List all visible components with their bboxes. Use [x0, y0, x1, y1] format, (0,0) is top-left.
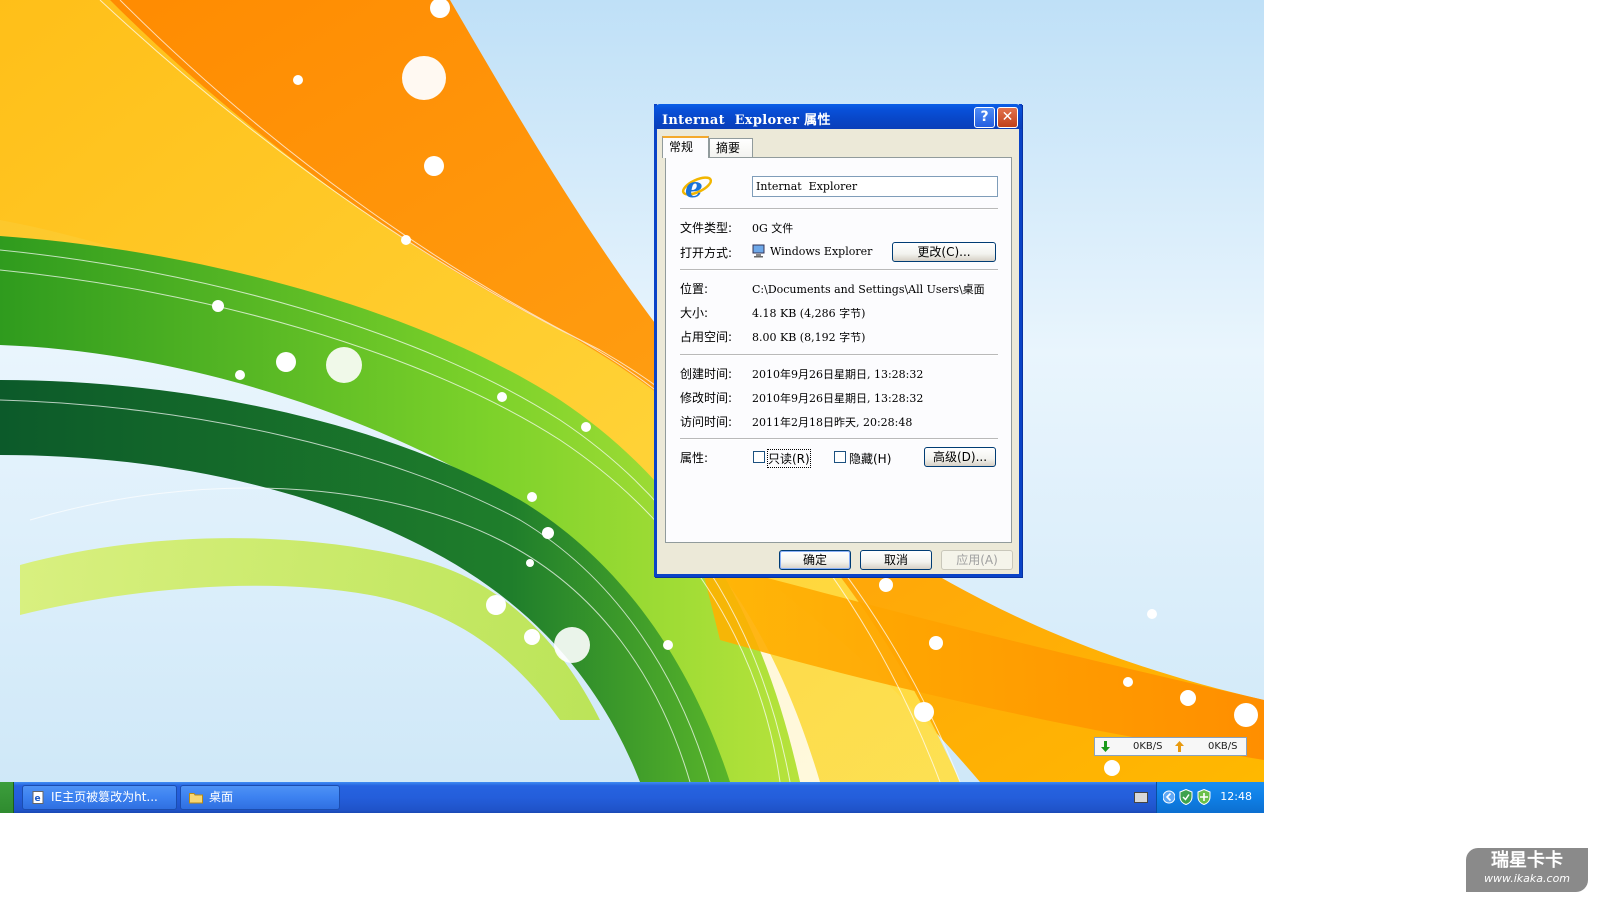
watermark-brand: 瑞星卡卡 — [1491, 850, 1563, 871]
help-button[interactable]: ? — [974, 107, 995, 128]
tab-summary[interactable]: 摘要 — [709, 138, 753, 158]
download-speed: 0KB/S — [1133, 741, 1163, 752]
download-arrow-icon — [1101, 741, 1110, 755]
size-on-disk-label: 占用空间: — [680, 330, 733, 344]
modified-value: 2010年9月26日星期日, 13:28:32 — [752, 392, 924, 405]
taskbar-item-desktop-folder[interactable]: 桌面 — [180, 785, 340, 810]
file-type-value: 0G 文件 — [752, 222, 794, 235]
show-hidden-icons-chevron-icon[interactable] — [1163, 790, 1175, 804]
wallpaper — [0, 0, 1264, 782]
folder-icon — [189, 793, 203, 804]
desktop[interactable]: 0KB/S 0KB/S — [0, 0, 1264, 782]
separator — [680, 438, 998, 440]
general-tab-panel: e Internat Explorer 文件类型: 0G 文件 打开方式: Wi… — [665, 157, 1012, 543]
readonly-checkbox[interactable] — [753, 451, 765, 463]
hidden-label[interactable]: 隐藏(H) — [849, 450, 891, 467]
readonly-label[interactable]: 只读(R) — [767, 449, 811, 468]
accessed-label: 访问时间: — [680, 415, 733, 429]
blank-area — [1264, 0, 1600, 900]
size-label: 大小: — [680, 306, 709, 320]
attributes-label: 属性: — [680, 451, 709, 465]
taskbar-item-label: 桌面 — [209, 790, 234, 804]
cancel-button[interactable]: 取消 — [860, 550, 932, 570]
system-tray: 12:48 — [1156, 782, 1264, 813]
blank-area — [0, 813, 1264, 900]
apply-button[interactable]: 应用(A) — [941, 550, 1013, 570]
separator — [680, 269, 998, 271]
antivirus-shield-icon[interactable] — [1197, 789, 1211, 805]
opens-with-label: 打开方式: — [680, 246, 733, 260]
keyboard-icon[interactable] — [1134, 792, 1148, 803]
file-name-input[interactable]: Internat Explorer — [752, 176, 998, 197]
start-button[interactable] — [0, 782, 14, 813]
ikaka-watermark: 瑞星卡卡 www.ikaka.com — [1466, 848, 1588, 892]
taskbar-item-ie-homepage-doc[interactable]: e IE主页被篡改为ht... — [22, 785, 177, 810]
taskbar: e IE主页被篡改为ht... 桌面 12:48 — [0, 782, 1264, 813]
created-value: 2010年9月26日星期日, 13:28:32 — [752, 368, 924, 381]
opens-with-value: Windows Explorer — [770, 245, 873, 258]
separator — [680, 354, 998, 356]
taskbar-item-label: IE主页被篡改为ht... — [51, 790, 158, 804]
location-label: 位置: — [680, 282, 709, 296]
modified-label: 修改时间: — [680, 391, 733, 405]
upload-speed: 0KB/S — [1208, 741, 1238, 752]
watermark-url: www.ikaka.com — [1483, 872, 1571, 885]
internet-explorer-icon: e — [681, 171, 713, 202]
ok-button[interactable]: 确定 — [779, 550, 851, 570]
hidden-checkbox[interactable] — [834, 451, 846, 463]
network-speed-widget[interactable]: 0KB/S 0KB/S — [1094, 737, 1247, 756]
tab-general[interactable]: 常规 — [662, 136, 709, 158]
advanced-button[interactable]: 高级(D)... — [924, 447, 996, 467]
svg-text:e: e — [35, 794, 41, 804]
accessed-value: 2011年2月18日昨天, 20:28:48 — [752, 416, 913, 429]
screen: 0KB/S 0KB/S e IE主页被篡改为ht... 桌面 12:48 Int… — [0, 0, 1264, 813]
change-program-button[interactable]: 更改(C)... — [892, 242, 996, 262]
separator — [680, 208, 998, 210]
file-type-label: 文件类型: — [680, 221, 733, 235]
windows-explorer-icon — [752, 244, 765, 258]
dialog-title: Internat Explorer 属性 — [662, 113, 831, 128]
size-value: 4.18 KB (4,286 字节) — [752, 307, 866, 320]
close-button[interactable]: ✕ — [997, 107, 1018, 128]
clock[interactable]: 12:48 — [1220, 790, 1252, 803]
security-shield-icon[interactable] — [1179, 789, 1193, 805]
created-label: 创建时间: — [680, 367, 733, 381]
upload-arrow-icon — [1175, 741, 1184, 755]
properties-dialog: Internat Explorer 属性 ? ✕ 常规 摘要 e Interna… — [654, 104, 1022, 577]
svg-text:e: e — [685, 171, 703, 202]
html-document-icon: e — [32, 791, 44, 804]
size-on-disk-value: 8.00 KB (8,192 字节) — [752, 331, 866, 344]
location-value: C:\Documents and Settings\All Users\桌面 — [752, 283, 985, 296]
dialog-title-bar[interactable]: Internat Explorer 属性 ? ✕ — [654, 104, 1022, 129]
